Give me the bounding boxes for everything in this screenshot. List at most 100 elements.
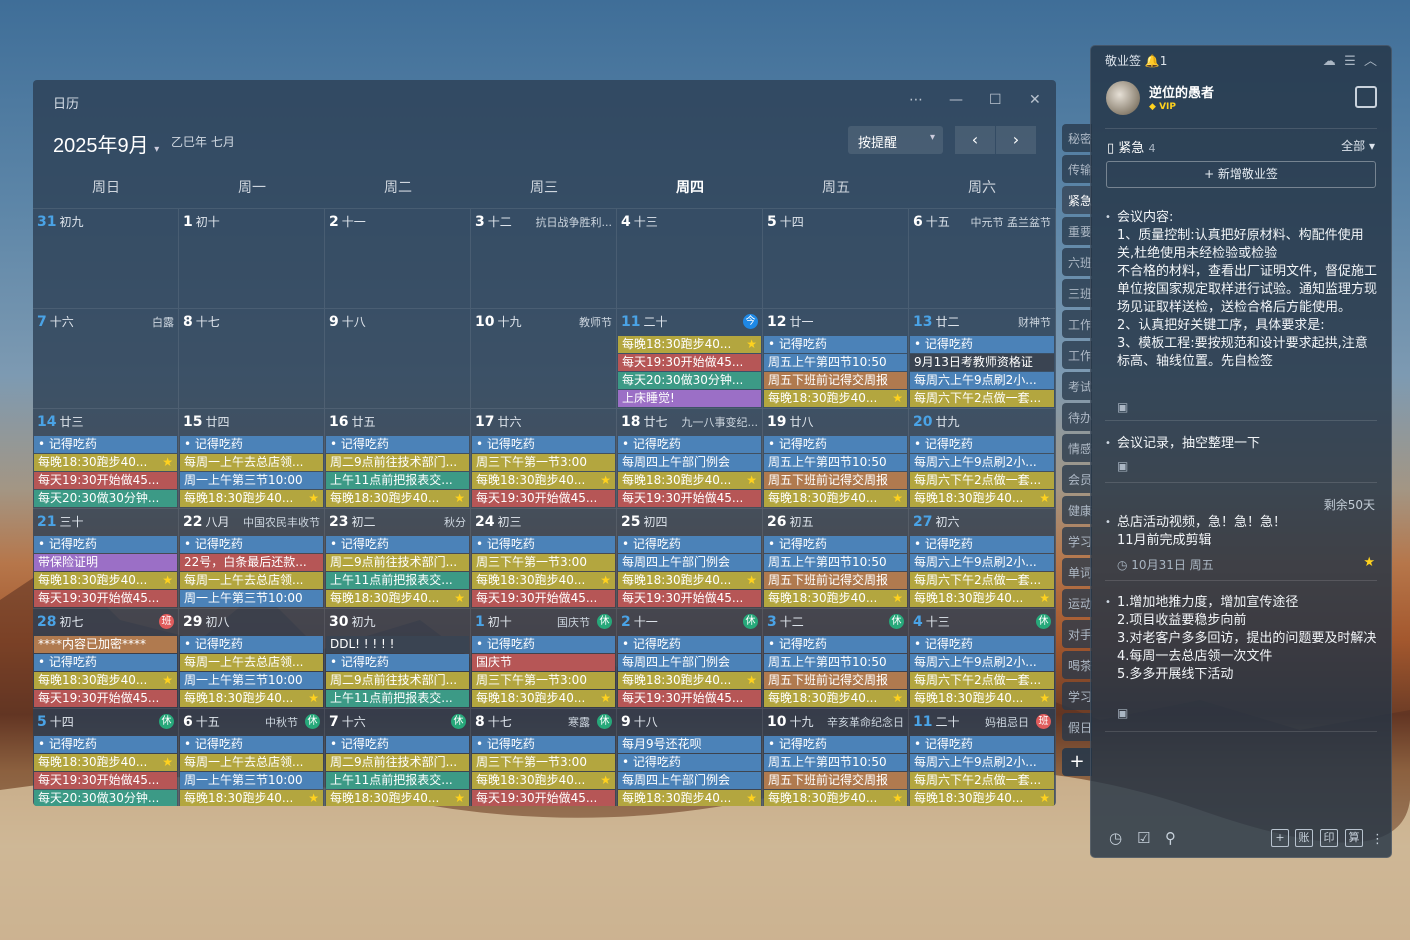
event-item[interactable]: 上午11点前把报表交... (326, 772, 469, 789)
day-cell[interactable]: 6 十五 中秋节休 • 记得吃药 每周一上午去总店领... 周一上午第三节10:00 每晚1… (179, 708, 325, 806)
event-item[interactable]: 周二9点前往技术部门... (326, 554, 469, 571)
ledger-button[interactable]: 账 (1295, 829, 1313, 847)
star-icon[interactable]: ★ (746, 672, 757, 689)
star-icon[interactable]: ★ (162, 754, 173, 771)
event-item[interactable]: 每天19:30开始做45... (618, 590, 761, 607)
event-item[interactable]: 上午11点前把报表交... (326, 572, 469, 589)
event-item[interactable]: 每天20:30做30分钟... (34, 790, 177, 806)
event-item[interactable]: 每晚18:30跑步40... ★ (326, 590, 469, 607)
event-item[interactable]: 周五下班前记得交周报 (764, 372, 907, 389)
category-tab[interactable]: 运动 (1062, 589, 1092, 617)
calculator-button[interactable]: 算 (1345, 829, 1363, 847)
star-icon[interactable]: ★ (1363, 555, 1375, 570)
day-cell[interactable]: 7 十六 白露 (33, 308, 179, 408)
event-item[interactable]: 周一上午第三节10:00 (180, 590, 323, 607)
day-cell[interactable]: 16 廿五 • 记得吃药 周二9点前往技术部门... 上午11点前把报表交... 每晚18… (325, 408, 471, 508)
event-item[interactable]: • 记得吃药 (764, 536, 907, 553)
category-tab[interactable]: 对手 (1062, 620, 1092, 648)
event-item[interactable]: 每晚18:30跑步40... ★ (34, 572, 177, 589)
event-item[interactable]: 每天19:30开始做45... (34, 690, 177, 707)
day-cell[interactable]: 12 廿一 • 记得吃药 周五上午第四节10:50 周五下班前记得交周报 每晚18:30跑… (763, 308, 909, 408)
day-cell[interactable]: 17 廿六 • 记得吃药 周三下午第一节3:00 每晚18:30跑步40... ★ 每天19… (471, 408, 617, 508)
event-item[interactable]: DDL! ! ! ! ! (326, 636, 469, 653)
star-icon[interactable]: ★ (600, 472, 611, 489)
event-item[interactable]: 每周六上午9点刷2小... (910, 454, 1054, 471)
day-cell[interactable]: 28 初七班 ****内容已加密**** • 记得吃药 每晚18:30跑步40... ★ 每… (33, 608, 179, 708)
add-note-button[interactable]: + 新增敬业签 (1106, 161, 1376, 188)
event-item[interactable]: 每周六下午2点做一套... (910, 572, 1054, 589)
day-cell[interactable]: 22 八月 中国农民丰收节 • 记得吃药 22号，白条最后还款... 每周一上午去总店领.… (179, 508, 325, 608)
event-item[interactable]: 每天19:30开始做45... (472, 490, 615, 507)
day-cell[interactable]: 1 初十 国庆节休 • 记得吃药 国庆节 周三下午第一节3:00 每晚18:30跑步40..… (471, 608, 617, 708)
next-month-button[interactable]: › (996, 126, 1036, 154)
filter-dropdown[interactable]: 全部 ▾ (1341, 137, 1375, 154)
event-item[interactable]: 每晚18:30跑步40... ★ (618, 572, 761, 589)
event-item[interactable]: 每晚18:30跑步40... ★ (326, 790, 469, 806)
day-cell[interactable]: 5 十四 (763, 208, 909, 308)
event-item[interactable]: 每天19:30开始做45... (618, 354, 761, 371)
star-icon[interactable]: ★ (454, 590, 465, 607)
day-cell[interactable]: 30 初九 DDL! ! ! ! ! • 记得吃药 周二9点前往技术部门... 上午11点… (325, 608, 471, 708)
event-item[interactable]: 每周六上午9点刷2小... (910, 654, 1054, 671)
event-item[interactable]: 每月9号还花呗 (618, 736, 761, 753)
event-item[interactable]: 周五上午第四节10:50 (764, 354, 907, 371)
note-item[interactable]: • 总店活动视频，急！急！急！ 11月前完成剪辑 (1105, 514, 1377, 550)
event-item[interactable]: • 记得吃药 (618, 436, 761, 453)
category-tab[interactable]: 传输 (1062, 155, 1092, 183)
day-cell[interactable]: 7 十六休 • 记得吃药 周二9点前往技术部门... 上午11点前把报表交... 每晚18… (325, 708, 471, 806)
category-tab[interactable]: 工作 (1062, 341, 1092, 369)
day-cell[interactable]: 15 廿四 • 记得吃药 每周一上午去总店领... 周一上午第三节10:00 每晚18:3… (179, 408, 325, 508)
event-item[interactable]: 国庆节 (472, 654, 615, 671)
event-item[interactable]: 周二9点前往技术部门... (326, 454, 469, 471)
star-icon[interactable]: ★ (746, 572, 757, 589)
event-item[interactable]: 周三下午第一节3:00 (472, 754, 615, 771)
event-item[interactable]: • 记得吃药 (472, 736, 615, 753)
event-item[interactable]: • 记得吃药 (910, 736, 1054, 753)
event-item[interactable]: • 记得吃药 (618, 636, 761, 653)
event-item[interactable]: • 记得吃药 (180, 636, 323, 653)
event-item[interactable]: • 记得吃药 (34, 436, 177, 453)
event-item[interactable]: 每晚18:30跑步40... ★ (764, 490, 907, 507)
event-item[interactable]: 每周一上午去总店领... (180, 754, 323, 771)
event-item[interactable]: 周五上午第四节10:50 (764, 554, 907, 571)
event-item[interactable]: • 记得吃药 (764, 636, 907, 653)
event-item[interactable]: 22号，白条最后还款... (180, 554, 323, 571)
month-selector[interactable]: 2025年9月 ▾ (53, 129, 159, 158)
collapse-icon[interactable]: ︿ (1364, 54, 1377, 69)
event-item[interactable]: 每晚18:30跑步40... ★ (618, 790, 761, 806)
event-item[interactable]: 每晚18:30跑步40... ★ (180, 690, 323, 707)
event-item[interactable]: 周五上午第四节10:50 (764, 754, 907, 771)
event-item[interactable]: 每晚18:30跑步40... ★ (472, 572, 615, 589)
category-tab[interactable]: 学习 (1062, 527, 1092, 555)
event-item[interactable]: 每周六上午9点刷2小... (910, 372, 1054, 389)
category-tab[interactable]: 单词 (1062, 558, 1092, 586)
event-item[interactable]: • 记得吃药 (326, 536, 469, 553)
day-cell[interactable]: 4 十三 (617, 208, 763, 308)
category-tab[interactable]: 喝茶 (1062, 651, 1092, 679)
day-cell[interactable]: 2 十一 (325, 208, 471, 308)
event-item[interactable]: • 记得吃药 (910, 336, 1054, 353)
event-item[interactable]: 周一上午第三节10:00 (180, 472, 323, 489)
day-cell[interactable]: 18 廿七 九一八事变纪... • 记得吃药 每周四上午部门例会 每晚18:30跑步40.… (617, 408, 763, 508)
event-item[interactable]: 每晚18:30跑步40... ★ (764, 590, 907, 607)
search-icon[interactable]: ⚲ (1165, 829, 1176, 847)
event-item[interactable]: 带保险证明 (34, 554, 177, 571)
cloud-icon[interactable]: ☁ (1323, 54, 1336, 69)
event-item[interactable]: 周一上午第三节10:00 (180, 772, 323, 789)
event-item[interactable]: 周三下午第一节3:00 (472, 672, 615, 689)
day-cell[interactable]: 1 初十 (179, 208, 325, 308)
day-cell[interactable]: 25 初四 • 记得吃药 每周四上午部门例会 每晚18:30跑步40... ★ 每天19:3… (617, 508, 763, 608)
event-item[interactable]: 每晚18:30跑步40... ★ (180, 490, 323, 507)
day-cell[interactable]: 23 初二 秋分 • 记得吃药 周二9点前往技术部门... 上午11点前把报表交... 每晚… (325, 508, 471, 608)
star-icon[interactable]: ★ (1039, 790, 1050, 806)
event-item[interactable]: 每周六上午9点刷2小... (910, 554, 1054, 571)
event-item[interactable]: 每周四上午部门例会 (618, 554, 761, 571)
star-icon[interactable]: ★ (600, 572, 611, 589)
event-item[interactable]: 每周四上午部门例会 (618, 654, 761, 671)
category-tab[interactable]: 三班 (1062, 279, 1092, 307)
event-item[interactable]: 周五下班前记得交周报 (764, 472, 907, 489)
category-tab[interactable]: 待办 (1062, 403, 1092, 431)
category-tab[interactable]: 紧急 (1062, 186, 1092, 214)
event-item[interactable]: 每周四上午部门例会 (618, 454, 761, 471)
day-cell[interactable]: 6 十五 中元节 孟兰盆节 (909, 208, 1056, 308)
